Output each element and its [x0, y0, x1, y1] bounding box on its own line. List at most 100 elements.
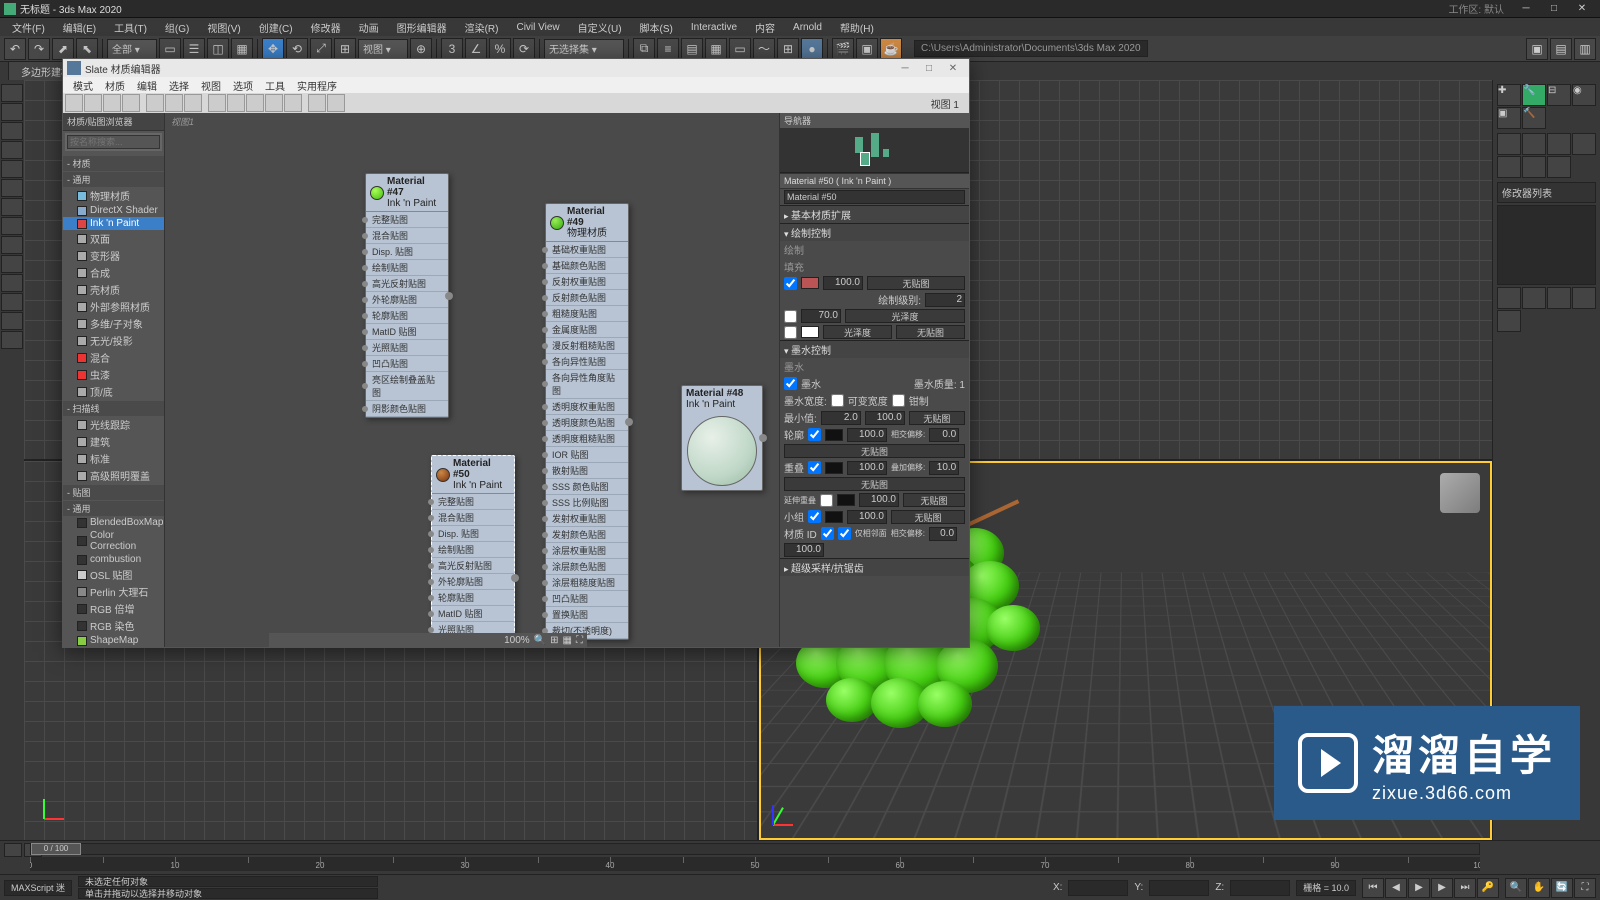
- node-slot[interactable]: 绘制贴图: [366, 260, 448, 276]
- undo-button[interactable]: ↶: [4, 38, 26, 60]
- lighted-color[interactable]: [801, 277, 819, 289]
- slate-menu-view[interactable]: 视图: [195, 78, 227, 93]
- key-mode[interactable]: 🔑: [1477, 878, 1499, 898]
- node-slot[interactable]: 透明度颜色贴图: [546, 415, 628, 431]
- node-slot[interactable]: IOR 贴图: [546, 447, 628, 463]
- left-tool-8[interactable]: [1, 217, 23, 235]
- node-slot[interactable]: 轮廓贴图: [432, 590, 514, 606]
- goto-end[interactable]: ⏭: [1454, 878, 1476, 898]
- tool-a[interactable]: ▣: [1526, 38, 1548, 60]
- scale-button[interactable]: ⤢: [310, 38, 332, 60]
- slate-menu-utilities[interactable]: 实用程序: [291, 78, 343, 93]
- left-tool-11[interactable]: [1, 274, 23, 292]
- node-material-47[interactable]: Material #47Ink 'n Paint 完整贴图混合贴图Disp. 贴…: [365, 173, 449, 418]
- node-slot[interactable]: 混合贴图: [366, 228, 448, 244]
- left-tool-9[interactable]: [1, 236, 23, 254]
- menu-help[interactable]: 帮助(H): [832, 18, 882, 37]
- slate-tb-9[interactable]: [227, 94, 245, 112]
- layers-button[interactable]: ▤: [681, 38, 703, 60]
- script-label[interactable]: MAXScript 迷: [4, 880, 72, 896]
- time-thumb[interactable]: 0 / 100: [31, 843, 81, 855]
- overlap-check[interactable]: [808, 461, 821, 474]
- slate-titlebar[interactable]: Slate 材质编辑器 ─ □ ✕: [63, 59, 969, 77]
- slate-tb-7[interactable]: [184, 94, 202, 112]
- left-tool-6[interactable]: [1, 179, 23, 197]
- left-tool-1[interactable]: [1, 84, 23, 102]
- modify-tab[interactable]: 🔧: [1522, 84, 1546, 106]
- tool-b[interactable]: ▤: [1550, 38, 1572, 60]
- sub-btn-4[interactable]: [1572, 133, 1596, 155]
- rollout-paint[interactable]: ▾ 绘制控制: [780, 223, 969, 241]
- node-slot[interactable]: 各向异性贴图: [546, 354, 628, 370]
- time-slider[interactable]: 0 / 100: [30, 843, 1480, 855]
- left-tool-4[interactable]: [1, 141, 23, 159]
- tree-item[interactable]: Ink 'n Paint: [63, 217, 164, 230]
- slate-menu-mode[interactable]: 模式: [67, 78, 99, 93]
- zoom-level[interactable]: 100%: [504, 635, 530, 646]
- tree-item[interactable]: 虫漆: [63, 366, 164, 383]
- tree-item[interactable]: 建筑: [63, 433, 164, 450]
- render-setup[interactable]: 🎬: [832, 38, 854, 60]
- coord-z[interactable]: [1230, 880, 1290, 896]
- node-slot[interactable]: 完整贴图: [432, 494, 514, 510]
- hierarchy-tab[interactable]: ⊟: [1547, 84, 1571, 106]
- node-material-49[interactable]: Material #49物理材质 基础权重贴图基础颜色贴图反射权重贴图反射颜色贴…: [545, 203, 629, 640]
- node-slot[interactable]: 各向异性角度贴图: [546, 370, 628, 399]
- sub-btn-7[interactable]: [1547, 156, 1571, 178]
- spec-amount[interactable]: 70.0: [801, 309, 841, 323]
- slate-tb-6[interactable]: [165, 94, 183, 112]
- node-slot[interactable]: 发射颜色贴图: [546, 527, 628, 543]
- spinner-snap[interactable]: ⟳: [513, 38, 535, 60]
- spec-btn[interactable]: 光泽度: [845, 309, 965, 323]
- node-slot[interactable]: 涂层粗糙度贴图: [546, 575, 628, 591]
- nav-orbit[interactable]: 🔄: [1551, 878, 1573, 898]
- pivot-button[interactable]: ⊕: [410, 38, 432, 60]
- node-slot[interactable]: 涂层颜色贴图: [546, 559, 628, 575]
- tree-item[interactable]: 标准: [63, 450, 164, 467]
- node-slot[interactable]: 置换贴图: [546, 607, 628, 623]
- slate-minimize[interactable]: ─: [893, 60, 917, 76]
- outline-color[interactable]: [825, 429, 843, 441]
- menu-group[interactable]: 组(G): [157, 18, 197, 37]
- menu-scripting[interactable]: 脚本(S): [632, 18, 681, 37]
- left-tool-7[interactable]: [1, 198, 23, 216]
- node-canvas[interactable]: 视图1 Material #47Ink 'n Paint 完整贴图混合贴图Dis…: [165, 113, 779, 647]
- nav-pan[interactable]: ✋: [1528, 878, 1550, 898]
- spec-check[interactable]: [784, 310, 797, 323]
- render-frame[interactable]: ▣: [856, 38, 878, 60]
- min-width[interactable]: 2.0: [821, 411, 861, 425]
- utilities-tab[interactable]: 🔨: [1522, 107, 1546, 129]
- browser-search[interactable]: [67, 135, 160, 149]
- sub-btn-5[interactable]: [1497, 156, 1521, 178]
- node-slot[interactable]: 凹凸贴图: [366, 356, 448, 372]
- stack-btn-4[interactable]: [1572, 287, 1596, 309]
- menu-rendering[interactable]: 渲染(R): [457, 18, 507, 37]
- paint-levels[interactable]: 2: [925, 293, 965, 307]
- workspace-label[interactable]: 工作区: 默认: [1448, 1, 1504, 16]
- slate-tb-5[interactable]: [146, 94, 164, 112]
- ribbon-toggle[interactable]: ▭: [729, 38, 751, 60]
- slate-tb-1[interactable]: [65, 94, 83, 112]
- shade-color[interactable]: [801, 326, 819, 338]
- tree-item[interactable]: combustion: [63, 553, 164, 566]
- tree-item[interactable]: 光线跟踪: [63, 416, 164, 433]
- named-selection[interactable]: 无选择集 ▾: [544, 39, 624, 59]
- timeline-btn-1[interactable]: [4, 843, 22, 857]
- node-slot[interactable]: 散射贴图: [546, 463, 628, 479]
- tree-item[interactable]: 顶/底: [63, 383, 164, 400]
- tree-item[interactable]: RGB 染色: [63, 617, 164, 634]
- slate-tb-14[interactable]: [327, 94, 345, 112]
- rollout-supersample[interactable]: ▸ 超级采样/抗锯齿: [780, 558, 969, 576]
- play-button[interactable]: ▶: [1408, 878, 1430, 898]
- outline-map-btn[interactable]: 无贴图: [784, 444, 965, 458]
- overlap-color[interactable]: [825, 462, 843, 474]
- next-frame[interactable]: ▶: [1431, 878, 1453, 898]
- sub-btn-3[interactable]: [1547, 133, 1571, 155]
- width-map-btn[interactable]: 无贴图: [909, 411, 965, 425]
- navigator-minimap[interactable]: [782, 130, 967, 170]
- left-tool-3[interactable]: [1, 122, 23, 140]
- curve-editor[interactable]: 〜: [753, 38, 775, 60]
- node-material-48[interactable]: Material #48Ink 'n Paint: [681, 385, 763, 491]
- node-slot[interactable]: SSS 比例贴图: [546, 495, 628, 511]
- lighted-amount[interactable]: 100.0: [823, 276, 863, 290]
